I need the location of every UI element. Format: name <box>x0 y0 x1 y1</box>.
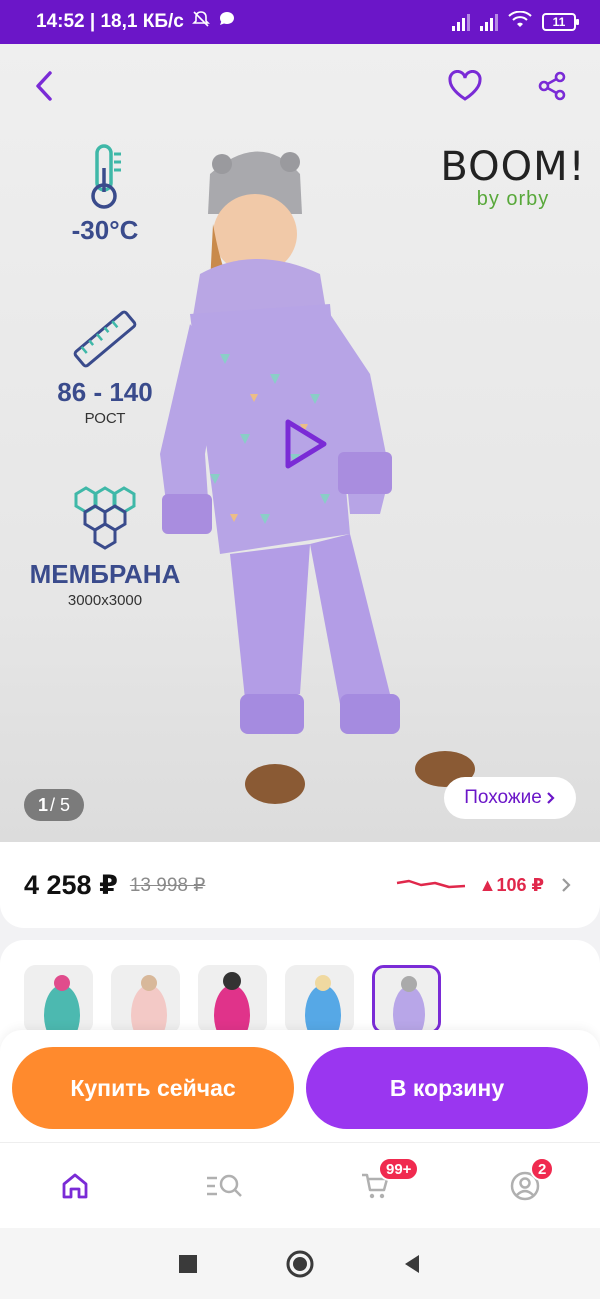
home-icon <box>62 1173 88 1198</box>
price-trend-sparkline <box>396 879 465 889</box>
back-button[interactable] <box>22 64 66 108</box>
variant-thumbnail-5-selected[interactable] <box>372 965 441 1034</box>
add-to-cart-button[interactable]: В корзину <box>306 1047 588 1129</box>
variant-thumbnail-3[interactable] <box>198 965 267 1034</box>
wifi-icon <box>508 10 532 34</box>
play-video-icon[interactable] <box>276 416 332 472</box>
system-navigation-bar <box>0 1228 600 1299</box>
signal-icon-2 <box>480 13 498 31</box>
variant-thumbnail-1[interactable] <box>24 965 93 1034</box>
ruler-icon <box>73 310 137 368</box>
similar-products-button[interactable]: Похожие <box>444 777 576 819</box>
bottom-navigation: 99+ 2 <box>0 1142 600 1228</box>
status-time-speed: 14:52 | 18,1 КБ/с <box>36 11 184 32</box>
nav-home[interactable] <box>0 1143 150 1228</box>
back-triangle-icon[interactable] <box>401 1253 423 1275</box>
price-history-button[interactable]: ▲106 ₽ <box>395 875 576 896</box>
product-page: 14:52 | 18,1 КБ/с 11 BOOM! by orby -30°C… <box>0 0 600 1299</box>
image-counter: 1 / 5 <box>24 789 84 821</box>
similar-label: Похожие <box>464 787 542 808</box>
nav-profile[interactable]: 2 <box>450 1143 600 1228</box>
thermometer-icon <box>91 144 121 209</box>
cart-badge: 99+ <box>378 1157 420 1181</box>
old-price: 13 998 ₽ <box>129 874 206 896</box>
purchase-actions: Купить сейчас В корзину <box>0 1030 600 1142</box>
signal-icon <box>452 13 470 31</box>
counter-total: / 5 <box>50 794 71 815</box>
chevron-left-icon <box>36 71 52 101</box>
price-section: 4 258 ₽ 13 998 ₽ ▲106 ₽ <box>0 842 600 928</box>
status-bar: 14:52 | 18,1 КБ/с 11 <box>0 0 600 44</box>
favorite-button[interactable] <box>443 64 487 108</box>
variant-thumbnail-2[interactable] <box>111 965 180 1034</box>
recents-icon[interactable] <box>177 1253 199 1275</box>
battery-icon: 11 <box>542 13 579 31</box>
buy-now-button[interactable]: Купить сейчас <box>12 1047 294 1129</box>
catalog-search-icon <box>207 1174 242 1197</box>
share-icon <box>538 71 566 101</box>
nav-catalog[interactable] <box>150 1143 300 1228</box>
variant-thumbnail-4[interactable] <box>285 965 354 1034</box>
profile-badge: 2 <box>530 1157 555 1181</box>
nav-cart[interactable]: 99+ <box>300 1143 450 1228</box>
heart-icon <box>448 70 482 101</box>
product-photo <box>160 151 475 804</box>
price-trend-delta: ▲106 ₽ <box>478 874 544 895</box>
share-button[interactable] <box>530 64 574 108</box>
chevron-right-icon <box>546 792 555 804</box>
current-price: 4 258 ₽ <box>24 869 118 900</box>
mute-icon <box>191 10 210 34</box>
home-circle-icon[interactable] <box>285 1249 315 1279</box>
product-image-gallery[interactable]: BOOM! by orby -30°C 86 - 140 РОСТ МЕМБРА… <box>0 44 600 844</box>
counter-current: 1 <box>37 794 48 815</box>
chat-notification-icon <box>218 10 236 34</box>
honeycomb-icon <box>74 486 136 550</box>
chevron-right-icon <box>562 878 571 892</box>
